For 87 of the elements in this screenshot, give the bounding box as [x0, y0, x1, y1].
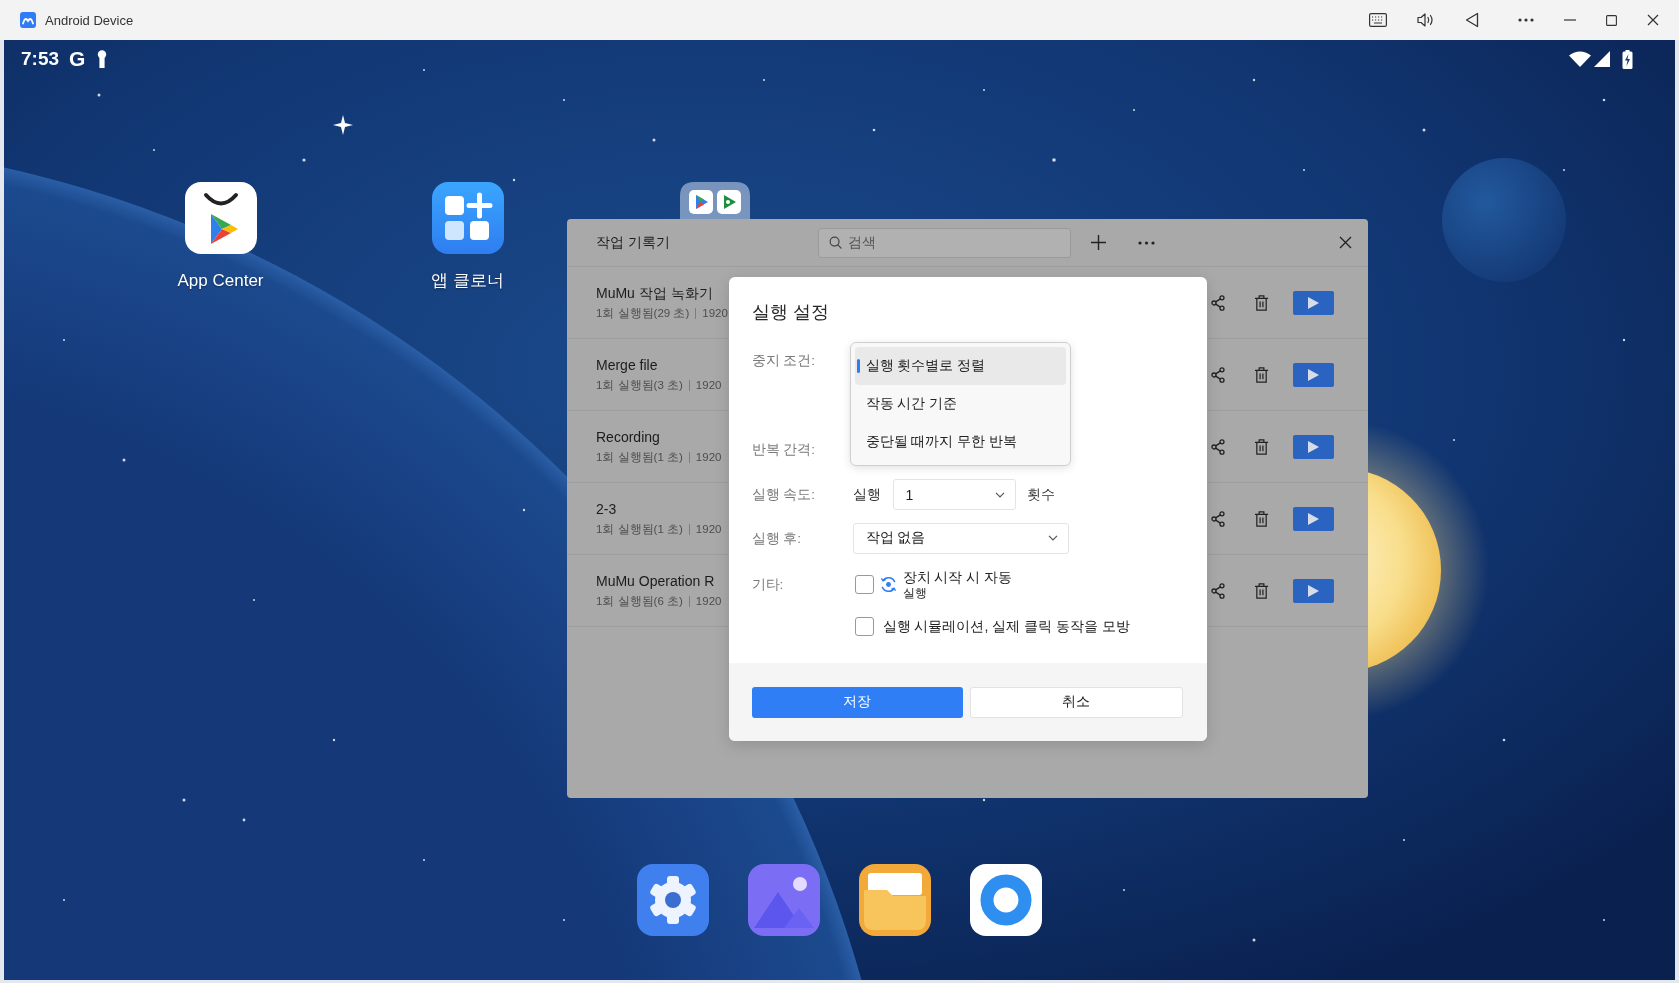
field-label: 기타: — [751, 575, 785, 594]
app-label: 앱 클로너 — [431, 270, 504, 292]
field-label: 실행 후: — [751, 529, 802, 548]
grid-plus-icon[interactable] — [431, 182, 504, 254]
menu-option[interactable]: 작동 시간 기준 — [854, 384, 1066, 423]
field-label: 반복 간격: — [751, 441, 816, 459]
status-time: 7:53 — [21, 48, 60, 70]
search-field[interactable]: 검색 — [818, 227, 1071, 258]
run-count: 1회 실행됨(1 초) — [596, 450, 683, 465]
search-icon — [829, 236, 842, 249]
menu-option[interactable]: 실행 횟수별로 정렬 — [854, 346, 1066, 385]
play-icon — [1308, 368, 1319, 381]
share-icon[interactable] — [1211, 294, 1225, 311]
dialog-title: 실행 설정 — [751, 300, 830, 324]
action-select[interactable]: 작업 없음 — [852, 522, 1069, 554]
record-date: 1920 — [702, 306, 728, 321]
close-icon[interactable] — [1339, 236, 1352, 249]
play-icon — [1308, 440, 1319, 453]
ring-icon[interactable] — [970, 864, 1042, 936]
window-title: Android Device — [45, 12, 134, 28]
sparkle-icon — [333, 115, 353, 135]
record-date: 1920 — [695, 450, 722, 465]
checkbox-label: 실행 시뮬레이션, 실제 클릭 동작을 모방 — [882, 618, 1130, 635]
play-button[interactable] — [1293, 578, 1334, 603]
record-title: MuMu 작업 녹화기 — [596, 284, 713, 303]
wifi-icon — [1569, 51, 1591, 67]
folder-icon[interactable] — [859, 864, 931, 936]
field-label: 중지 조건: — [751, 351, 816, 370]
share-icon[interactable] — [1211, 510, 1225, 527]
notification-glyph: G — [69, 47, 86, 71]
checkbox-label: 장치 시작 시 자동 실행 — [902, 568, 1012, 601]
plus-icon[interactable] — [1091, 235, 1106, 250]
keyboard-icon[interactable] — [1369, 13, 1387, 27]
run-count: 1회 실행됨(29 초) — [596, 306, 690, 321]
image-icon[interactable] — [748, 864, 820, 936]
share-icon[interactable] — [1211, 366, 1225, 383]
record-date: 1920 — [695, 594, 722, 609]
menu-option[interactable]: 중단될 때까지 무한 반복 — [854, 422, 1066, 461]
count-select[interactable]: 1 — [892, 479, 1016, 510]
record-title: MuMu Operation R — [596, 572, 715, 591]
trash-icon[interactable] — [1254, 510, 1269, 527]
play-icon — [1308, 296, 1319, 309]
chevron-down-icon — [994, 491, 1005, 498]
trash-icon[interactable] — [1254, 294, 1269, 311]
run-count: 1회 실행됨(1 초) — [596, 522, 683, 537]
play-icon — [1308, 512, 1319, 525]
checkbox[interactable] — [854, 575, 874, 594]
app-logo-icon — [20, 12, 36, 28]
volume-icon[interactable] — [1417, 12, 1435, 28]
share-icon[interactable] — [1211, 438, 1225, 455]
field-label: 실행 속도: — [751, 485, 816, 504]
signal-icon — [1594, 51, 1610, 67]
play-button[interactable] — [1293, 362, 1334, 387]
app-label: App Center — [177, 270, 264, 292]
trash-icon[interactable] — [1254, 366, 1269, 383]
more-icon[interactable] — [1138, 240, 1155, 245]
battery-icon — [1622, 49, 1633, 69]
close-icon[interactable] — [1647, 14, 1659, 26]
prefix-label: 실행 — [852, 485, 881, 504]
cancel-button[interactable]: 취소 — [969, 686, 1183, 718]
play-button[interactable] — [1293, 506, 1334, 531]
maximize-icon[interactable] — [1606, 14, 1617, 26]
play-button[interactable] — [1293, 434, 1334, 459]
gear-icon[interactable] — [637, 864, 709, 936]
more-icon[interactable] — [1518, 18, 1534, 22]
keyhole-icon — [96, 50, 109, 68]
suffix-label: 횟수 — [1026, 485, 1055, 504]
back-triangle-icon[interactable] — [1465, 12, 1479, 28]
circular-arrows-icon — [879, 576, 897, 593]
save-button[interactable]: 저장 — [751, 686, 963, 718]
record-title: 2-3 — [596, 500, 617, 519]
record-title: Recording — [596, 428, 660, 447]
play-bag-icon[interactable] — [184, 182, 257, 254]
panel-title: 작업 기록기 — [596, 233, 671, 252]
share-icon[interactable] — [1211, 582, 1225, 599]
chevron-down-icon — [1047, 535, 1058, 541]
checkbox[interactable] — [854, 617, 874, 636]
play-button[interactable] — [1293, 290, 1334, 315]
trash-icon[interactable] — [1254, 582, 1269, 599]
play-icon — [1308, 584, 1319, 597]
record-title: Merge file — [596, 356, 658, 375]
record-date: 1920 — [695, 522, 722, 537]
run-count: 1회 실행됨(6 초) — [596, 594, 683, 609]
app-folder-icon[interactable] — [679, 182, 750, 219]
record-date: 1920 — [695, 378, 722, 393]
trash-icon[interactable] — [1254, 438, 1269, 455]
run-count: 1회 실행됨(3 초) — [596, 378, 683, 393]
